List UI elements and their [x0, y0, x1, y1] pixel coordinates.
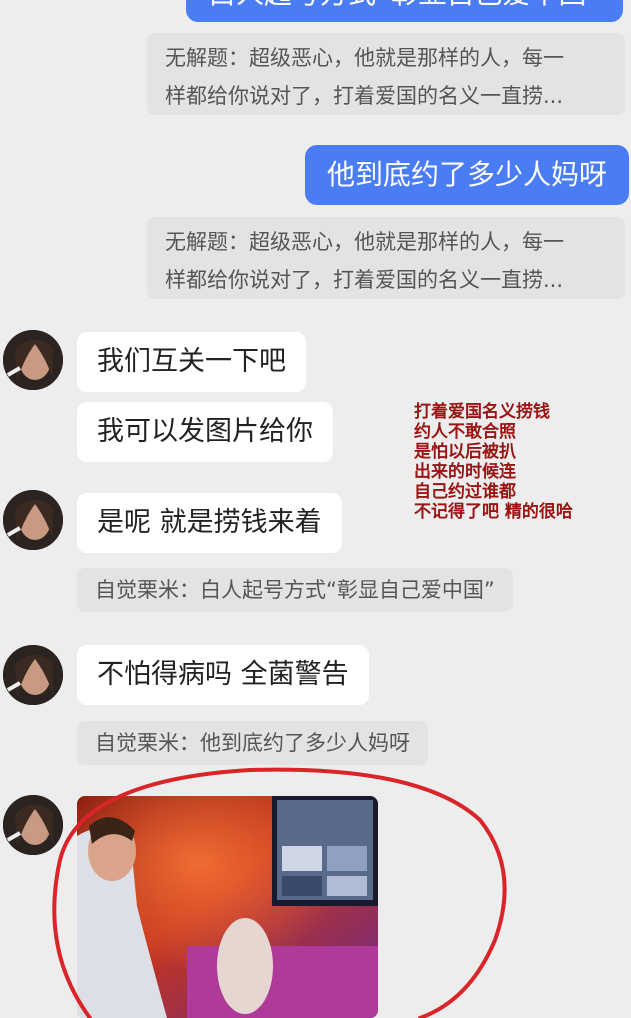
quote-line: 样都给你说对了，打着爱国的名义一直捞... — [165, 84, 564, 108]
message-text: 白人起号方式“彰显自己爱中国” — [208, 0, 601, 10]
image-message[interactable] — [77, 796, 378, 1018]
message-text: 我可以发图片给你 — [97, 416, 313, 447]
avatar-image — [3, 795, 63, 855]
annotation-line: 不记得了吧 精的很哈 — [414, 502, 573, 522]
sent-message-bubble[interactable]: 他到底约了多少人妈呀 — [305, 145, 630, 205]
avatar-image — [3, 645, 63, 705]
contact-avatar[interactable] — [3, 645, 63, 705]
contact-avatar[interactable] — [3, 795, 63, 855]
quoted-reply[interactable]: 无解题：超级恶心，他就是那样的人，每一 样都给你说对了，打着爱国的名义一直捞..… — [147, 217, 625, 299]
avatar-image — [3, 330, 63, 390]
received-message-bubble[interactable]: 是呢 就是捞钱来着 — [77, 493, 342, 553]
received-message-bubble[interactable]: 不怕得病吗 全菌警告 — [77, 645, 369, 705]
quoted-reply[interactable]: 无解题：超级恶心，他就是那样的人，每一 样都给你说对了，打着爱国的名义一直捞..… — [147, 33, 625, 115]
received-message-bubble[interactable]: 我们互关一下吧 — [77, 332, 306, 392]
message-text: 不怕得病吗 全菌警告 — [97, 659, 349, 690]
annotation-line: 打着爱国名义捞钱 — [414, 402, 550, 422]
quoted-reply[interactable]: 自觉栗米：他到底约了多少人妈呀 — [77, 721, 428, 765]
sent-message-bubble[interactable]: 白人起号方式“彰显自己爱中国” — [186, 0, 624, 22]
quote-line: 无解题：超级恶心，他就是那样的人，每一 — [165, 46, 564, 70]
annotation-line: 出来的时候连 — [414, 462, 516, 482]
quote-line: 自觉栗米：白人起号方式“彰显自己爱中国” — [95, 578, 495, 602]
message-text: 是呢 就是捞钱来着 — [97, 507, 322, 538]
message-text: 我们互关一下吧 — [97, 346, 286, 377]
contact-avatar[interactable] — [3, 330, 63, 390]
quote-line: 自觉栗米：他到底约了多少人妈呀 — [95, 731, 410, 755]
red-annotation: 打着爱国名义捞钱 约人不敢合照 是怕以后被扒 出来的时候连 自己约过谁都 不记得… — [414, 402, 573, 522]
received-message-bubble[interactable]: 我可以发图片给你 — [77, 402, 333, 462]
annotation-line: 是怕以后被扒 — [414, 442, 516, 462]
quote-line: 无解题：超级恶心，他就是那样的人，每一 — [165, 230, 564, 254]
annotation-line: 自己约过谁都 — [414, 482, 516, 502]
avatar-image — [3, 490, 63, 550]
quoted-reply[interactable]: 自觉栗米：白人起号方式“彰显自己爱中国” — [77, 568, 513, 612]
message-text: 他到底约了多少人妈呀 — [327, 158, 608, 191]
annotation-line: 约人不敢合照 — [414, 422, 516, 442]
quote-line: 样都给你说对了，打着爱国的名义一直捞... — [165, 268, 564, 292]
photo-image — [77, 796, 378, 1018]
contact-avatar[interactable] — [3, 490, 63, 550]
